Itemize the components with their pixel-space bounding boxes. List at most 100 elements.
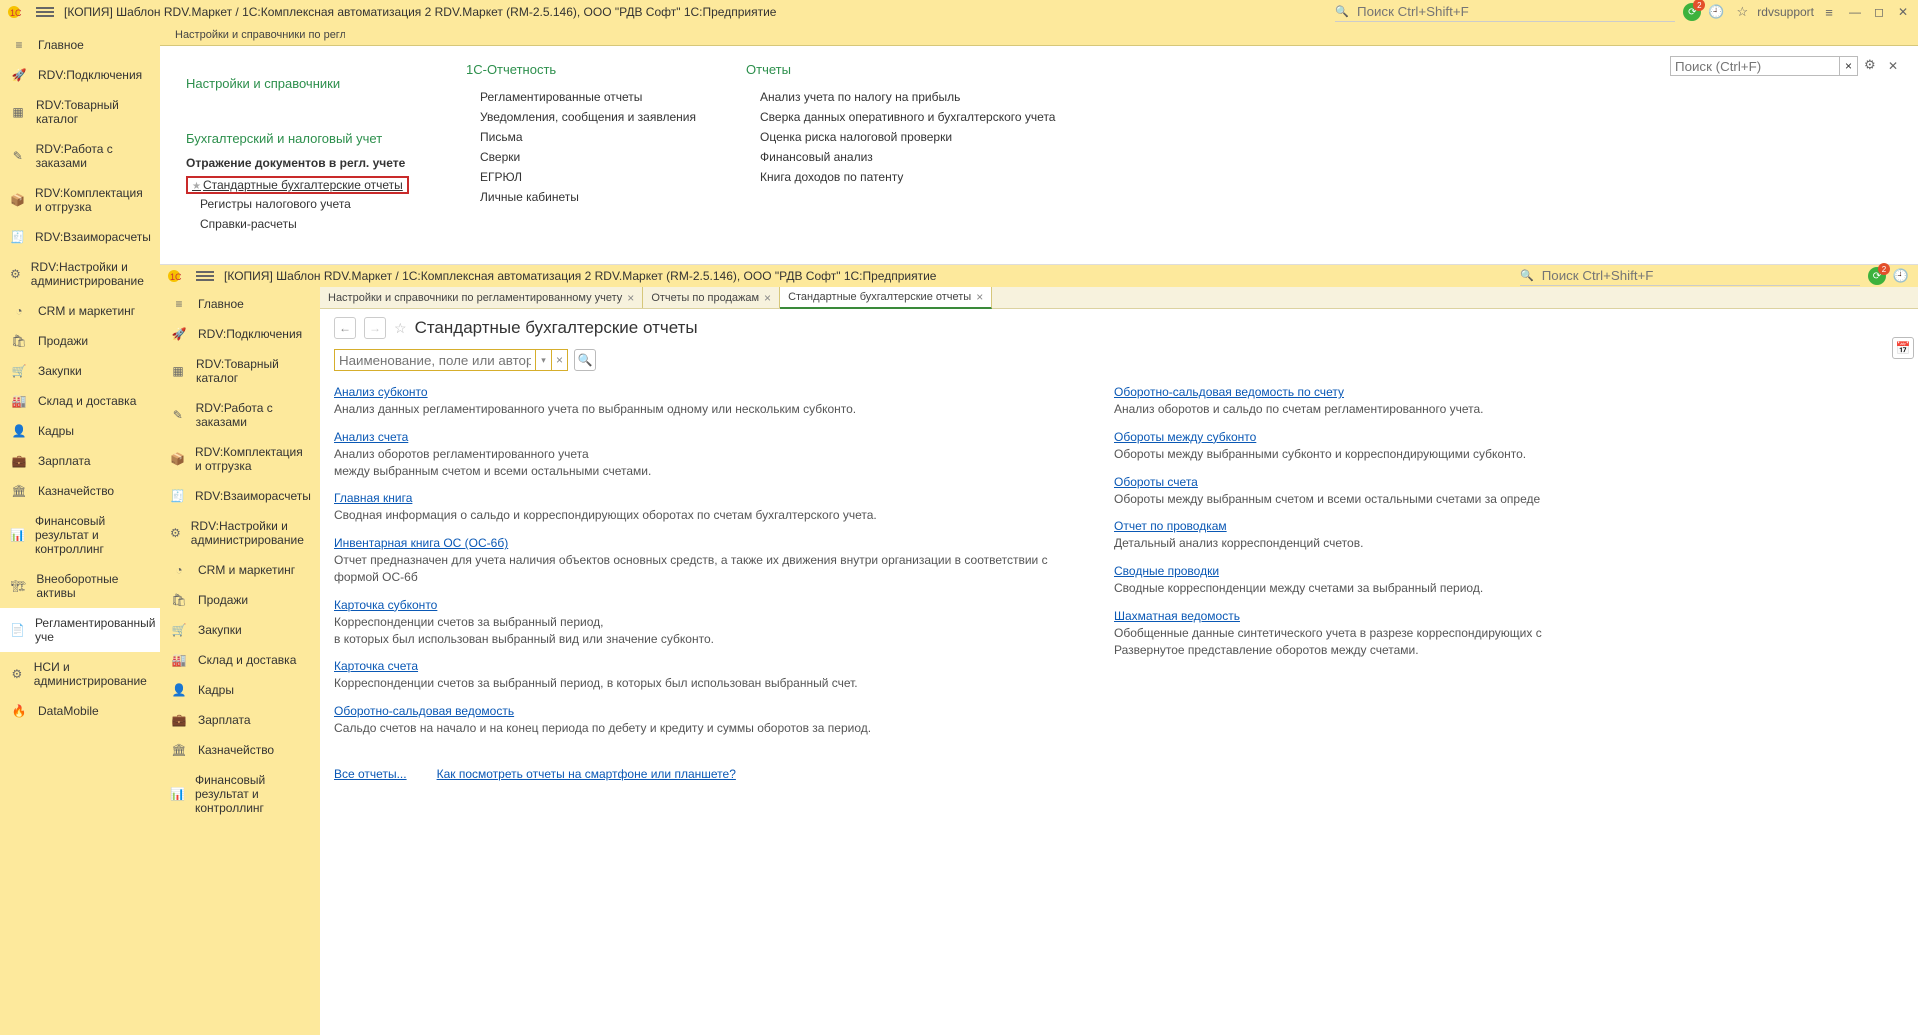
star-icon[interactable]: ☆ xyxy=(1731,1,1753,23)
mobile-reports-link[interactable]: Как посмотреть отчеты на смартфоне или п… xyxy=(437,767,736,781)
close-button[interactable]: ✕ xyxy=(1894,5,1912,19)
tab-sales-reports[interactable]: Отчеты по продажам× xyxy=(643,287,780,308)
sidebar-item[interactable]: ⚙RDV:Настройки и администрирование xyxy=(0,252,160,296)
report-link[interactable]: Инвентарная книга ОС (ОС-6б) xyxy=(334,536,508,550)
report-link[interactable]: Анализ субконто xyxy=(334,385,428,399)
sidebar-item[interactable]: 🏭Склад и доставка xyxy=(0,386,160,416)
sidebar-item[interactable]: 🛍Продажи xyxy=(160,585,320,615)
calendar-button[interactable]: 📅 xyxy=(1892,337,1914,359)
report-link[interactable]: Оборотно-сальдовая ведомость xyxy=(334,704,514,718)
report-link[interactable]: Карточка субконто xyxy=(334,598,437,612)
sidebar-item[interactable]: 🏭Склад и доставка xyxy=(160,645,320,675)
filter-clear-icon[interactable]: × xyxy=(551,350,567,370)
menu-item[interactable]: ЕГРЮЛ xyxy=(466,167,696,187)
hamburger-icon[interactable] xyxy=(36,5,54,19)
report-link[interactable]: Отчет по проводкам xyxy=(1114,519,1227,533)
sidebar-item[interactable]: 🧾RDV:Взаиморасчеты xyxy=(160,481,320,511)
inner-search-input[interactable] xyxy=(1538,267,1860,285)
report-link[interactable]: Сводные проводки xyxy=(1114,564,1219,578)
sidebar-item[interactable]: ▦RDV:Товарный каталог xyxy=(0,90,160,134)
filter-search-button[interactable]: 🔍 xyxy=(574,349,596,371)
sidebar-item[interactable]: 🛍Продажи xyxy=(0,326,160,356)
user-label[interactable]: rdvsupport xyxy=(1757,5,1814,19)
menu-item-standard-reports[interactable]: Стандартные бухгалтерские отчеты xyxy=(186,176,409,194)
minimize-button[interactable]: — xyxy=(1846,5,1864,19)
tab-standard-accounting-reports[interactable]: Стандартные бухгалтерские отчеты× xyxy=(780,287,992,309)
report-link[interactable]: Шахматная ведомость xyxy=(1114,609,1240,623)
filter-input[interactable] xyxy=(335,350,535,370)
sidebar-item[interactable]: 💼Зарплата xyxy=(160,705,320,735)
menu-item[interactable]: Финансовый анализ xyxy=(746,147,1055,167)
notification-icon[interactable]: ⟳2 xyxy=(1683,3,1701,21)
menu-item[interactable]: Справки-расчеты xyxy=(186,214,416,234)
menu-item[interactable]: Регистры налогового учета xyxy=(186,194,416,214)
menu-item[interactable]: Сверки xyxy=(466,147,696,167)
top-search-input[interactable] xyxy=(1353,3,1675,21)
report-link[interactable]: Анализ счета xyxy=(334,430,408,444)
menu-item[interactable]: Книга доходов по патенту xyxy=(746,167,1055,187)
menu-heading[interactable]: Настройки и справочники xyxy=(186,76,416,91)
nav-forward-button[interactable]: → xyxy=(364,317,386,339)
sidebar-item[interactable]: ⚙НСИ и администрирование xyxy=(0,652,160,696)
menu-bars-icon[interactable]: ≡ xyxy=(1818,1,1840,23)
sidebar-item[interactable]: 👤Кадры xyxy=(0,416,160,446)
tab-close-icon[interactable]: × xyxy=(627,291,634,305)
sidebar-item[interactable]: 🚀RDV:Подключения xyxy=(0,60,160,90)
sidebar-item[interactable]: 📦RDV:Комплектация и отгрузка xyxy=(0,178,160,222)
report-link[interactable]: Главная книга xyxy=(334,491,412,505)
report-link[interactable]: Карточка счета xyxy=(334,659,418,673)
menu-item[interactable]: Уведомления, сообщения и заявления xyxy=(466,107,696,127)
all-reports-link[interactable]: Все отчеты... xyxy=(334,767,407,781)
menu-item[interactable]: Личные кабинеты xyxy=(466,187,696,207)
report-link[interactable]: Оборотно-сальдовая ведомость по счету xyxy=(1114,385,1344,399)
tab-close-icon[interactable]: × xyxy=(764,291,771,305)
sidebar-item[interactable]: 🔥DataMobile xyxy=(0,696,160,726)
menu-subheading[interactable]: Отражение документов в регл. учете xyxy=(186,156,416,170)
top-search[interactable] xyxy=(1335,3,1675,22)
sidebar-item[interactable]: 🛒Закупки xyxy=(160,615,320,645)
sidebar-item[interactable]: ✎RDV:Работа с заказами xyxy=(0,134,160,178)
favorite-star-icon[interactable]: ☆ xyxy=(394,320,407,337)
menu-item[interactable]: Сверка данных оперативного и бухгалтерск… xyxy=(746,107,1055,127)
sidebar-item[interactable]: ≡Главное xyxy=(0,30,160,60)
sidebar-item[interactable]: 🏛Казначейство xyxy=(160,735,320,765)
sidebar-item[interactable]: ◔CRM и маркетинг xyxy=(160,555,320,585)
sidebar-item[interactable]: 🏗Внеоборотные активы xyxy=(0,564,160,608)
tab-close-icon[interactable]: × xyxy=(976,290,983,304)
sidebar-item[interactable]: 🧾RDV:Взаиморасчеты xyxy=(0,222,160,252)
tab-settings-ref[interactable]: Настройки и справочники по реглам xyxy=(166,25,346,45)
sidebar-item[interactable]: 📄Регламентированный уче xyxy=(0,608,160,652)
sidebar-item[interactable]: ◔CRM и маркетинг xyxy=(0,296,160,326)
menu-search-input[interactable] xyxy=(1670,56,1840,76)
tab-settings-reglearning[interactable]: Настройки и справочники по регламентиров… xyxy=(320,287,643,308)
report-link[interactable]: Обороты между субконто xyxy=(1114,430,1256,444)
sidebar-item[interactable]: 👤Кадры xyxy=(160,675,320,705)
menu-item[interactable]: Анализ учета по налогу на прибыль xyxy=(746,87,1055,107)
menu-search-clear[interactable]: × xyxy=(1840,56,1858,76)
sidebar-item[interactable]: 🚀RDV:Подключения xyxy=(160,319,320,349)
sidebar-item[interactable]: 🛒Закупки xyxy=(0,356,160,386)
sidebar-item[interactable]: 💼Зарплата xyxy=(0,446,160,476)
inner-top-search[interactable] xyxy=(1520,267,1860,286)
sidebar-item[interactable]: 📊Финансовый результат и контроллинг xyxy=(160,765,320,823)
sidebar-item[interactable]: ▦RDV:Товарный каталог xyxy=(160,349,320,393)
notification-icon[interactable]: ⟳2 xyxy=(1868,267,1886,285)
history-icon[interactable]: 🕘 xyxy=(1890,265,1912,287)
menu-close-icon[interactable]: ✕ xyxy=(1888,59,1902,73)
filter-dropdown-icon[interactable]: ▾ xyxy=(535,350,551,370)
sidebar-item[interactable]: ⚙RDV:Настройки и администрирование xyxy=(160,511,320,555)
sidebar-item[interactable]: 🏛Казначейство xyxy=(0,476,160,506)
menu-settings-icon[interactable]: ⚙ xyxy=(1864,57,1882,75)
history-icon[interactable]: 🕘 xyxy=(1705,1,1727,23)
sidebar-item[interactable]: 📊Финансовый результат и контроллинг xyxy=(0,506,160,564)
menu-item[interactable]: Письма xyxy=(466,127,696,147)
sidebar-item[interactable]: ≡Главное xyxy=(160,289,320,319)
nav-back-button[interactable]: ← xyxy=(334,317,356,339)
maximize-button[interactable]: ◻ xyxy=(1870,5,1888,19)
hamburger-icon[interactable] xyxy=(196,269,214,283)
sidebar-item[interactable]: ✎RDV:Работа с заказами xyxy=(160,393,320,437)
menu-item[interactable]: Оценка риска налоговой проверки xyxy=(746,127,1055,147)
report-link[interactable]: Обороты счета xyxy=(1114,475,1198,489)
menu-item[interactable]: Регламентированные отчеты xyxy=(466,87,696,107)
sidebar-item[interactable]: 📦RDV:Комплектация и отгрузка xyxy=(160,437,320,481)
